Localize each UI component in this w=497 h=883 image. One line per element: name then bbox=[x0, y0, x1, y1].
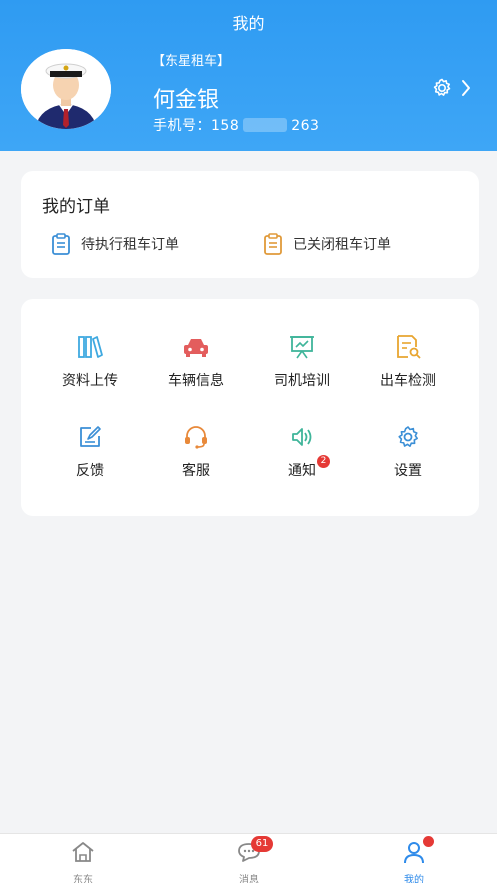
tool-customer-service[interactable]: 客服 bbox=[146, 423, 246, 483]
books-icon bbox=[78, 336, 103, 358]
messages-badge: 61 bbox=[251, 836, 273, 852]
gear-icon bbox=[398, 426, 418, 447]
closed-orders-label: 已关闭租车订单 bbox=[293, 237, 391, 253]
phone-label: 手机号： bbox=[153, 118, 211, 134]
phone-prefix: 158 bbox=[211, 118, 240, 134]
phone-suffix: 263 bbox=[291, 118, 320, 134]
tool-label: 反馈 bbox=[76, 463, 104, 479]
tool-label: 资料上传 bbox=[62, 373, 118, 389]
phone-mask bbox=[243, 118, 288, 132]
speaker-icon bbox=[292, 428, 312, 446]
tool-label: 司机培训 bbox=[274, 373, 330, 389]
clipboard-icon bbox=[264, 233, 282, 255]
avatar[interactable] bbox=[21, 49, 111, 129]
presentation-icon bbox=[290, 336, 314, 359]
bottom-tab-bar: 东东 消息 61 我的 bbox=[0, 833, 497, 883]
tool-document-upload[interactable]: 资料上传 bbox=[40, 333, 140, 393]
profile-settings-button[interactable] bbox=[431, 76, 475, 100]
home-icon bbox=[72, 842, 94, 862]
tool-label: 设置 bbox=[394, 463, 422, 479]
tool-label: 车辆信息 bbox=[168, 373, 224, 389]
tool-driver-training[interactable]: 司机培训 bbox=[252, 333, 352, 393]
company-name: 【东星租车】 bbox=[152, 54, 231, 69]
tool-label: 出车检测 bbox=[380, 373, 436, 389]
orders-title: 我的订单 bbox=[42, 197, 110, 217]
tool-feedback[interactable]: 反馈 bbox=[40, 423, 140, 483]
clipboard-icon bbox=[52, 233, 70, 255]
orders-card: 我的订单 待执行租车订单 已关闭租车订单 bbox=[21, 171, 479, 278]
tab-label: 消息 bbox=[239, 875, 259, 883]
car-icon bbox=[184, 339, 208, 357]
page-title: 我的 bbox=[232, 14, 265, 33]
tab-home[interactable]: 东东 bbox=[23, 834, 143, 883]
tool-settings[interactable]: 设置 bbox=[358, 423, 458, 483]
gear-icon bbox=[433, 78, 451, 96]
tab-label: 我的 bbox=[404, 875, 424, 883]
edit-icon bbox=[80, 426, 101, 447]
closed-orders-link[interactable]: 已关闭租车订单 bbox=[263, 232, 391, 256]
notification-badge: 2 bbox=[317, 455, 330, 468]
tool-label: 通知 bbox=[288, 463, 316, 479]
phone-number: 手机号：158 263 bbox=[153, 115, 319, 135]
tool-label: 客服 bbox=[182, 463, 210, 479]
tab-label: 东东 bbox=[73, 875, 93, 883]
tools-card: 资料上传 车辆信息 司机培训 出车检测 反馈 客服 通知 2 设置 bbox=[21, 299, 479, 516]
pending-orders-label: 待执行租车订单 bbox=[81, 237, 179, 253]
chevron-right-icon bbox=[462, 80, 470, 96]
tool-vehicle-info[interactable]: 车辆信息 bbox=[146, 333, 246, 393]
pending-orders-link[interactable]: 待执行租车订单 bbox=[51, 232, 179, 256]
tool-notifications[interactable]: 通知 2 bbox=[252, 423, 352, 483]
headset-icon bbox=[185, 426, 207, 449]
tab-mine[interactable]: 我的 bbox=[354, 834, 474, 883]
mine-dot-badge bbox=[423, 836, 434, 847]
tool-departure-check[interactable]: 出车检测 bbox=[358, 333, 458, 393]
document-search-icon bbox=[397, 335, 421, 359]
tab-messages[interactable]: 消息 61 bbox=[189, 834, 309, 883]
profile-header: 我的 【东星租车】 何金银 手机号：158 263 bbox=[0, 0, 497, 151]
user-name: 何金银 bbox=[153, 88, 220, 113]
